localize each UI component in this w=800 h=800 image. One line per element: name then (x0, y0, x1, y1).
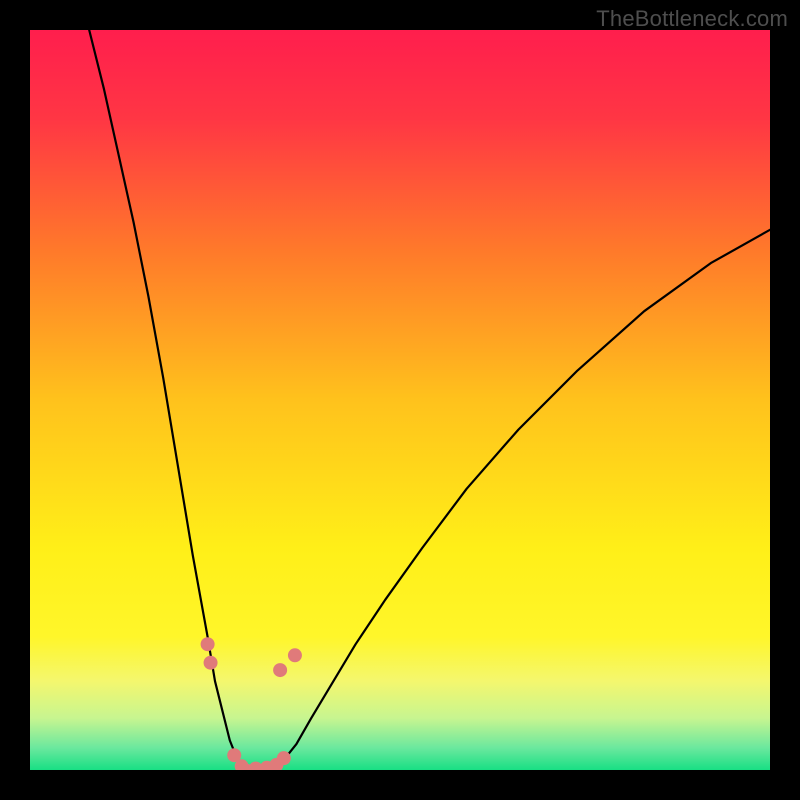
marker-point (277, 751, 291, 765)
marker-point (273, 663, 287, 677)
series-right-curve (276, 230, 770, 770)
series-left-curve (89, 30, 243, 770)
marker-point (288, 648, 302, 662)
chart-frame: TheBottleneck.com (0, 0, 800, 800)
marker-point (201, 637, 215, 651)
marker-point (204, 656, 218, 670)
plot-area (30, 30, 770, 770)
curve-layer (30, 30, 770, 770)
watermark-text: TheBottleneck.com (596, 6, 788, 32)
